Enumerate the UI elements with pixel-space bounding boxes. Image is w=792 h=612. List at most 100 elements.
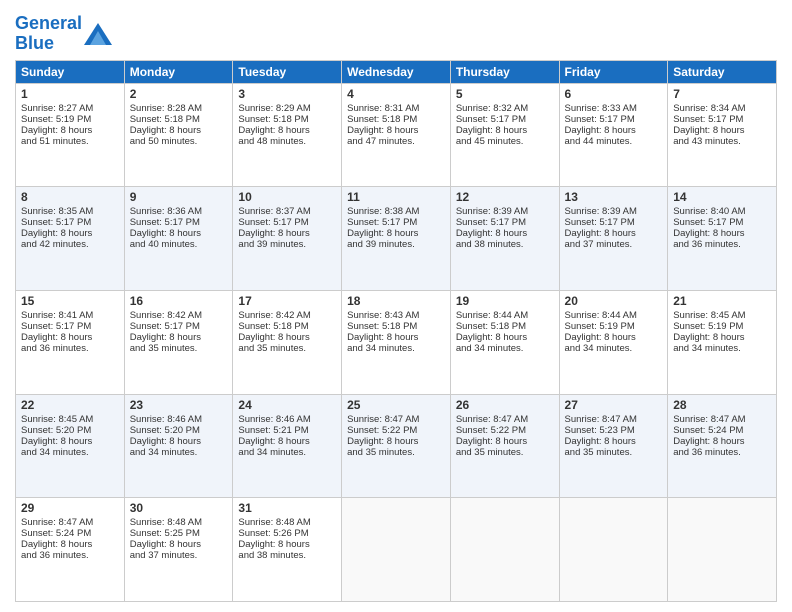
cell-line: Daylight: 8 hours [673, 332, 771, 343]
cell-line: Daylight: 8 hours [130, 436, 228, 447]
cell-line: Sunset: 5:17 PM [130, 217, 228, 228]
cell-line: and 34 minutes. [238, 447, 336, 458]
cell-line: Sunrise: 8:27 AM [21, 103, 119, 114]
calendar-cell: 5Sunrise: 8:32 AMSunset: 5:17 PMDaylight… [450, 83, 559, 187]
cell-line: Sunset: 5:17 PM [456, 217, 554, 228]
cell-line: and 40 minutes. [130, 239, 228, 250]
day-number: 2 [130, 87, 228, 101]
cell-line: and 42 minutes. [21, 239, 119, 250]
cell-line: and 47 minutes. [347, 136, 445, 147]
cell-line: Daylight: 8 hours [565, 436, 663, 447]
cell-line: Sunset: 5:18 PM [238, 114, 336, 125]
calendar-cell [450, 498, 559, 602]
logo-general: General [15, 13, 82, 33]
day-number: 18 [347, 294, 445, 308]
calendar-cell: 15Sunrise: 8:41 AMSunset: 5:17 PMDayligh… [16, 290, 125, 394]
calendar-cell: 23Sunrise: 8:46 AMSunset: 5:20 PMDayligh… [124, 394, 233, 498]
cell-line: Sunrise: 8:31 AM [347, 103, 445, 114]
cell-line: Sunrise: 8:32 AM [456, 103, 554, 114]
day-number: 10 [238, 190, 336, 204]
calendar-cell: 10Sunrise: 8:37 AMSunset: 5:17 PMDayligh… [233, 187, 342, 291]
cell-line: Sunset: 5:22 PM [347, 425, 445, 436]
cell-line: and 35 minutes. [347, 447, 445, 458]
calendar-header-row: SundayMondayTuesdayWednesdayThursdayFrid… [16, 60, 777, 83]
cell-line: Sunrise: 8:34 AM [673, 103, 771, 114]
day-header-friday: Friday [559, 60, 668, 83]
day-number: 27 [565, 398, 663, 412]
calendar-cell: 2Sunrise: 8:28 AMSunset: 5:18 PMDaylight… [124, 83, 233, 187]
calendar-cell: 7Sunrise: 8:34 AMSunset: 5:17 PMDaylight… [668, 83, 777, 187]
calendar-cell: 27Sunrise: 8:47 AMSunset: 5:23 PMDayligh… [559, 394, 668, 498]
cell-line: Sunset: 5:20 PM [21, 425, 119, 436]
cell-line: Sunrise: 8:41 AM [21, 310, 119, 321]
day-number: 4 [347, 87, 445, 101]
day-number: 25 [347, 398, 445, 412]
cell-line: Sunset: 5:17 PM [673, 217, 771, 228]
cell-line: Daylight: 8 hours [21, 332, 119, 343]
cell-line: Sunset: 5:17 PM [565, 114, 663, 125]
cell-line: Sunset: 5:17 PM [238, 217, 336, 228]
cell-line: Sunrise: 8:42 AM [130, 310, 228, 321]
week-row-1: 1Sunrise: 8:27 AMSunset: 5:19 PMDaylight… [16, 83, 777, 187]
cell-line: Sunset: 5:19 PM [673, 321, 771, 332]
cell-line: and 36 minutes. [21, 343, 119, 354]
day-number: 11 [347, 190, 445, 204]
cell-line: Sunrise: 8:37 AM [238, 206, 336, 217]
cell-line: and 39 minutes. [347, 239, 445, 250]
cell-line: and 50 minutes. [130, 136, 228, 147]
cell-line: and 45 minutes. [456, 136, 554, 147]
cell-line: Daylight: 8 hours [673, 228, 771, 239]
day-number: 26 [456, 398, 554, 412]
calendar-cell: 3Sunrise: 8:29 AMSunset: 5:18 PMDaylight… [233, 83, 342, 187]
cell-line: Sunset: 5:25 PM [130, 528, 228, 539]
cell-line: Daylight: 8 hours [347, 332, 445, 343]
cell-line: Sunrise: 8:29 AM [238, 103, 336, 114]
cell-line: Sunrise: 8:44 AM [565, 310, 663, 321]
logo-blue: Blue [15, 33, 54, 53]
calendar-cell: 1Sunrise: 8:27 AMSunset: 5:19 PMDaylight… [16, 83, 125, 187]
cell-line: and 38 minutes. [238, 550, 336, 561]
calendar-cell: 22Sunrise: 8:45 AMSunset: 5:20 PMDayligh… [16, 394, 125, 498]
cell-line: Daylight: 8 hours [130, 539, 228, 550]
day-number: 21 [673, 294, 771, 308]
cell-line: Sunrise: 8:47 AM [456, 414, 554, 425]
week-row-4: 22Sunrise: 8:45 AMSunset: 5:20 PMDayligh… [16, 394, 777, 498]
cell-line: and 51 minutes. [21, 136, 119, 147]
cell-line: Sunrise: 8:47 AM [347, 414, 445, 425]
cell-line: Daylight: 8 hours [456, 228, 554, 239]
cell-line: Sunset: 5:21 PM [238, 425, 336, 436]
cell-line: Daylight: 8 hours [456, 332, 554, 343]
day-number: 9 [130, 190, 228, 204]
day-number: 28 [673, 398, 771, 412]
cell-line: Sunrise: 8:47 AM [21, 517, 119, 528]
calendar-cell: 28Sunrise: 8:47 AMSunset: 5:24 PMDayligh… [668, 394, 777, 498]
day-number: 24 [238, 398, 336, 412]
cell-line: Daylight: 8 hours [238, 125, 336, 136]
calendar-cell: 12Sunrise: 8:39 AMSunset: 5:17 PMDayligh… [450, 187, 559, 291]
cell-line: Sunrise: 8:36 AM [130, 206, 228, 217]
day-number: 29 [21, 501, 119, 515]
cell-line: Daylight: 8 hours [21, 125, 119, 136]
day-number: 1 [21, 87, 119, 101]
cell-line: Daylight: 8 hours [130, 332, 228, 343]
cell-line: Sunrise: 8:45 AM [21, 414, 119, 425]
cell-line: Sunrise: 8:28 AM [130, 103, 228, 114]
calendar-cell: 14Sunrise: 8:40 AMSunset: 5:17 PMDayligh… [668, 187, 777, 291]
day-number: 14 [673, 190, 771, 204]
cell-line: Sunset: 5:20 PM [130, 425, 228, 436]
cell-line: Sunset: 5:17 PM [456, 114, 554, 125]
cell-line: Sunset: 5:22 PM [456, 425, 554, 436]
calendar-cell: 8Sunrise: 8:35 AMSunset: 5:17 PMDaylight… [16, 187, 125, 291]
cell-line: Sunrise: 8:48 AM [238, 517, 336, 528]
calendar-cell: 24Sunrise: 8:46 AMSunset: 5:21 PMDayligh… [233, 394, 342, 498]
day-number: 20 [565, 294, 663, 308]
cell-line: Sunset: 5:26 PM [238, 528, 336, 539]
cell-line: and 34 minutes. [673, 343, 771, 354]
day-number: 17 [238, 294, 336, 308]
calendar-cell: 26Sunrise: 8:47 AMSunset: 5:22 PMDayligh… [450, 394, 559, 498]
day-number: 31 [238, 501, 336, 515]
cell-line: Sunrise: 8:38 AM [347, 206, 445, 217]
cell-line: and 39 minutes. [238, 239, 336, 250]
cell-line: Daylight: 8 hours [347, 125, 445, 136]
day-number: 16 [130, 294, 228, 308]
